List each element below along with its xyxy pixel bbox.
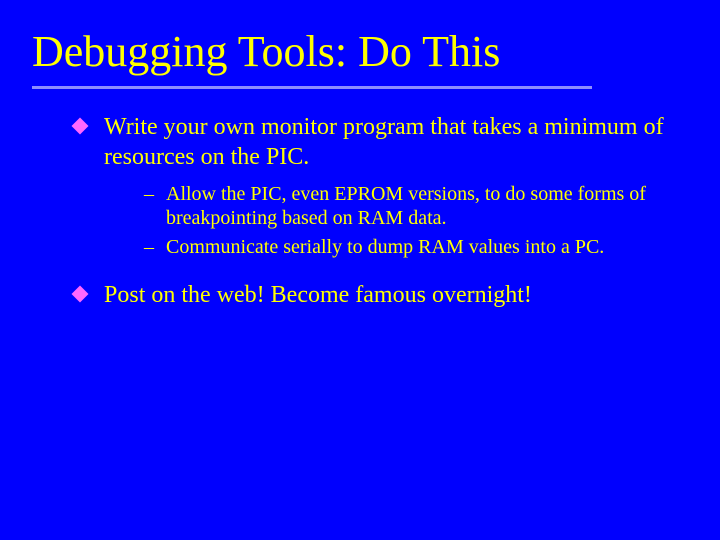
bullet-level2: – Allow the PIC, even EPROM versions, to… (144, 182, 680, 231)
slide-body: Write your own monitor program that take… (32, 113, 688, 310)
diamond-bullet-icon (72, 286, 89, 303)
bullet-level1: Write your own monitor program that take… (74, 113, 680, 172)
sub-bullet-group: – Allow the PIC, even EPROM versions, to… (74, 182, 680, 259)
bullet-level1: Post on the web! Become famous overnight… (74, 281, 680, 310)
dash-bullet-icon: – (144, 235, 154, 259)
slide: Debugging Tools: Do This Write your own … (0, 0, 720, 540)
bullet-text: Write your own monitor program that take… (104, 114, 664, 169)
sub-bullet-text: Allow the PIC, even EPROM versions, to d… (166, 183, 646, 229)
bullet-level2: – Communicate serially to dump RAM value… (144, 235, 680, 259)
title-underline (32, 86, 592, 89)
sub-bullet-text: Communicate serially to dump RAM values … (166, 236, 604, 258)
slide-title: Debugging Tools: Do This (32, 28, 688, 76)
bullet-text: Post on the web! Become famous overnight… (104, 282, 532, 308)
dash-bullet-icon: – (144, 182, 154, 206)
diamond-bullet-icon (72, 118, 89, 135)
